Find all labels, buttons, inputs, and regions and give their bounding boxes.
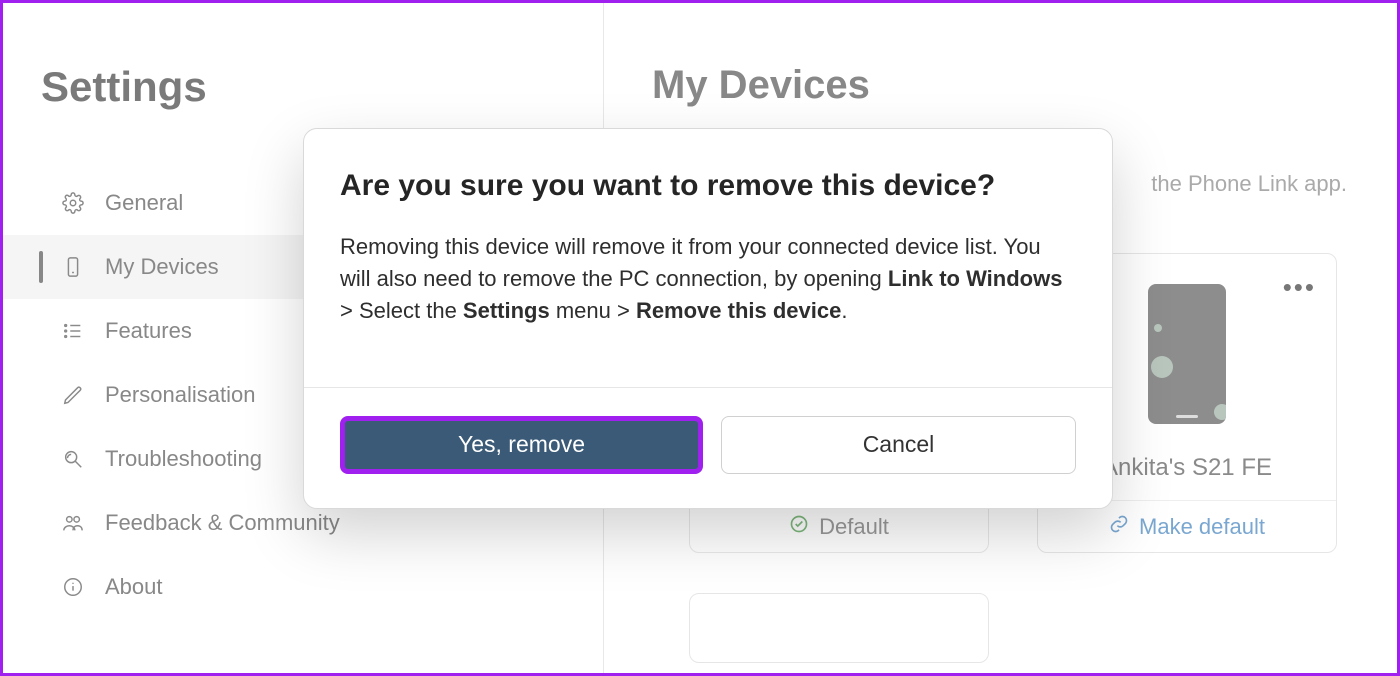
- page-description-fragment: the Phone Link app.: [1151, 171, 1347, 197]
- more-options-button[interactable]: •••: [1283, 272, 1316, 303]
- device-default-label: Default: [819, 514, 889, 540]
- sidebar-item-label: My Devices: [105, 254, 219, 280]
- info-icon: [59, 576, 87, 598]
- sidebar-item-about[interactable]: About: [3, 555, 603, 619]
- dialog-text-part: menu >: [550, 298, 636, 323]
- dialog-title: Are you sure you want to remove this dev…: [340, 169, 1076, 203]
- list-icon: [59, 320, 87, 342]
- dialog-text-bold: Link to Windows: [888, 266, 1063, 291]
- yes-remove-button[interactable]: Yes, remove: [340, 416, 703, 474]
- dialog-text-bold: Settings: [463, 298, 550, 323]
- dialog-text-part: .: [841, 298, 847, 323]
- sidebar-item-label: Feedback & Community: [105, 510, 340, 536]
- dialog-message: Removing this device will remove it from…: [340, 231, 1076, 327]
- remove-device-dialog: Are you sure you want to remove this dev…: [303, 128, 1113, 509]
- check-circle-icon: [789, 514, 809, 540]
- button-label: Cancel: [863, 431, 935, 458]
- people-icon: [59, 512, 87, 534]
- dialog-text-bold: Remove this device: [636, 298, 841, 323]
- dialog-body: Are you sure you want to remove this dev…: [304, 129, 1112, 387]
- phone-icon: [59, 256, 87, 278]
- app-frame: Settings General My Devices Features: [0, 0, 1400, 676]
- sidebar-item-label: Personalisation: [105, 382, 255, 408]
- gear-icon: [59, 192, 87, 214]
- sidebar-title: Settings: [3, 63, 603, 111]
- button-label: Yes, remove: [458, 431, 585, 458]
- make-default-label: Make default: [1139, 514, 1265, 540]
- sidebar-item-label: General: [105, 190, 183, 216]
- sidebar-item-label: Troubleshooting: [105, 446, 262, 472]
- page-title: My Devices: [652, 63, 1357, 108]
- link-icon: [1109, 514, 1129, 540]
- troubleshoot-icon: [59, 448, 87, 470]
- sidebar-item-label: About: [105, 574, 163, 600]
- cancel-button[interactable]: Cancel: [721, 416, 1076, 474]
- dialog-text-part: > Select the: [340, 298, 463, 323]
- sidebar-item-label: Features: [105, 318, 192, 344]
- device-thumbnail: [1148, 284, 1226, 424]
- dialog-footer: Yes, remove Cancel: [304, 387, 1112, 508]
- extra-card[interactable]: [689, 593, 989, 663]
- pencil-icon: [59, 384, 87, 406]
